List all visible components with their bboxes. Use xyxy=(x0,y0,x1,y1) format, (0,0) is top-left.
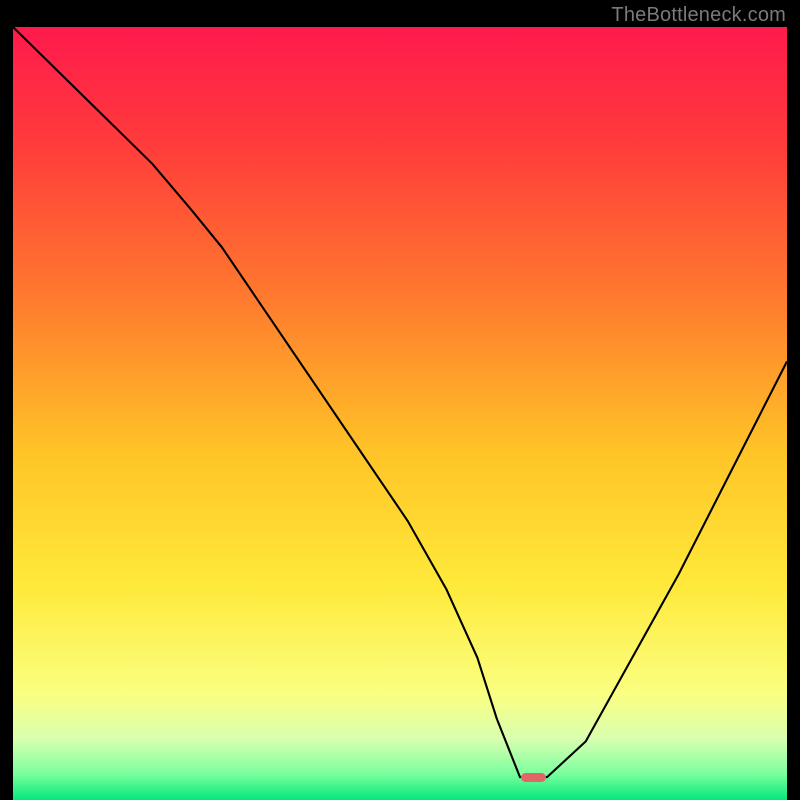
plot-area xyxy=(13,27,787,787)
bottleneck-curve xyxy=(13,27,787,787)
chart-frame: TheBottleneck.com xyxy=(0,0,800,800)
optimal-marker xyxy=(521,773,546,782)
watermark-text: TheBottleneck.com xyxy=(611,4,786,27)
